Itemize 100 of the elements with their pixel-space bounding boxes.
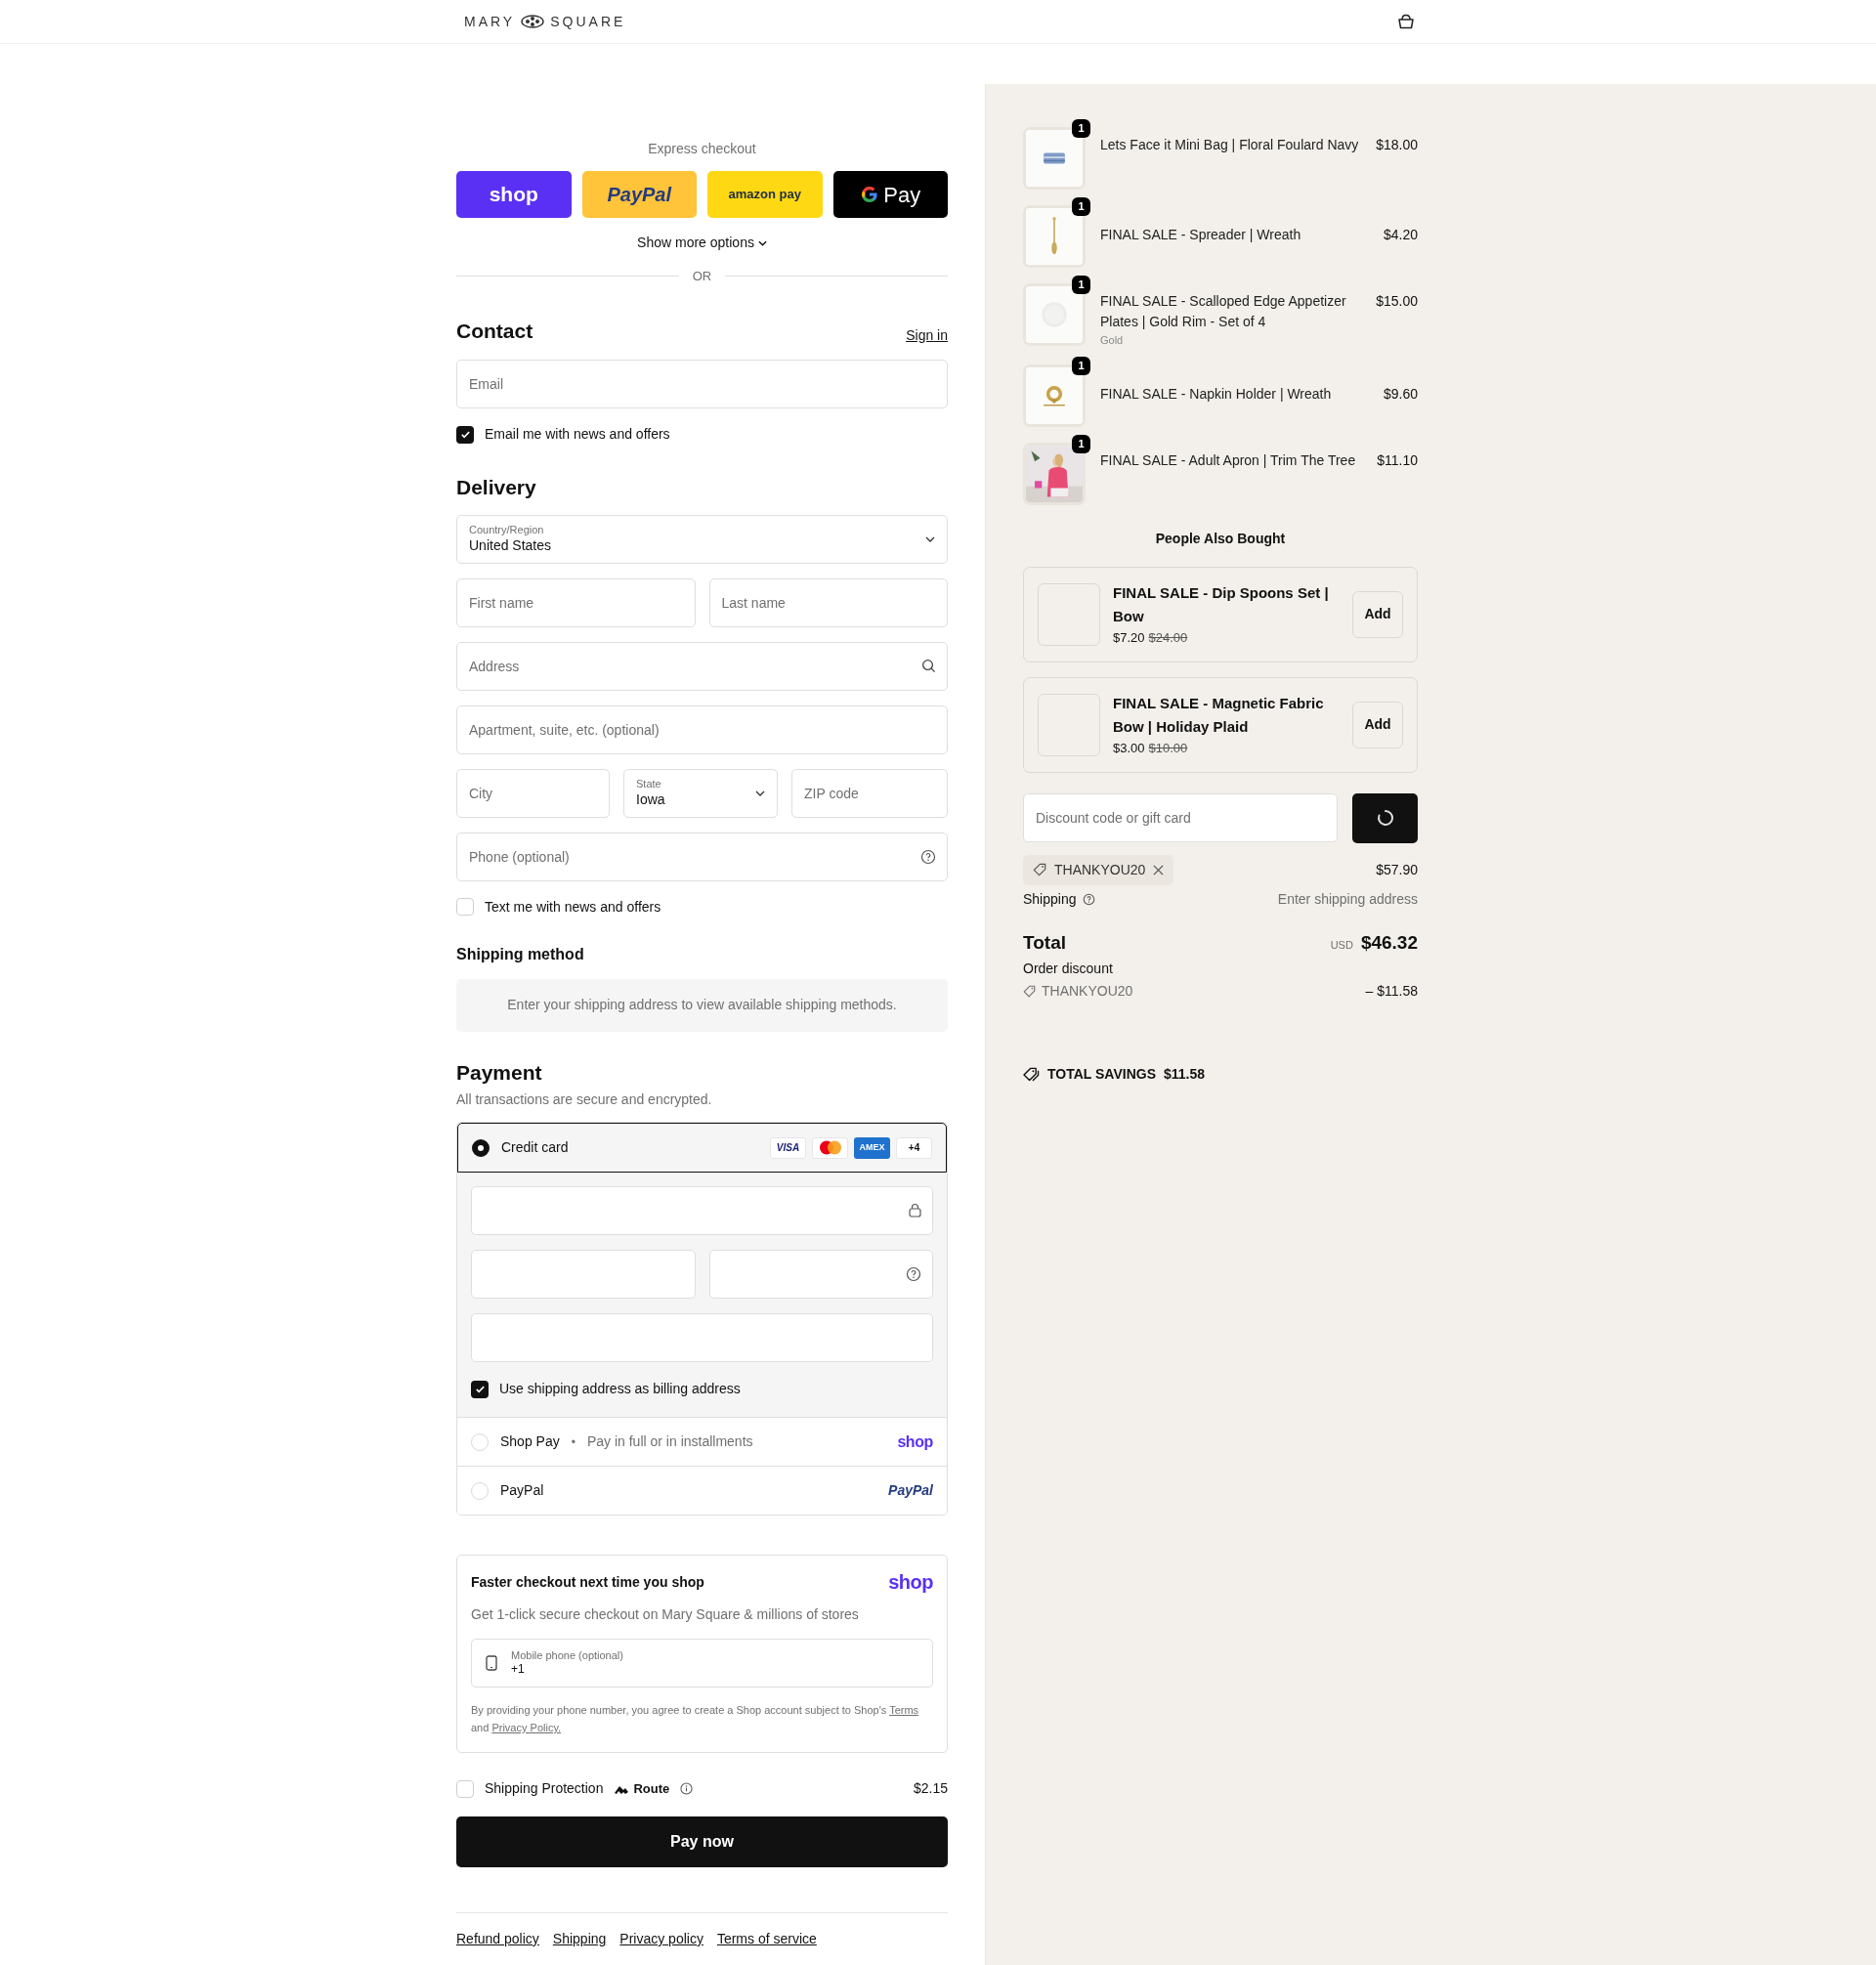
checkbox[interactable] bbox=[456, 1779, 474, 1798]
product-price: $4.20 bbox=[1383, 226, 1418, 244]
checkmark-icon bbox=[459, 429, 471, 440]
total-savings-amount: $11.58 bbox=[1164, 1065, 1206, 1084]
payment-option-note: Pay in full or in installments bbox=[586, 1432, 754, 1451]
email-field[interactable]: Email bbox=[456, 360, 948, 408]
discount-code: THANKYOU20 bbox=[1042, 982, 1133, 1001]
brand-logo-text: SQUARE bbox=[550, 12, 626, 31]
radio-button[interactable] bbox=[472, 1138, 490, 1157]
overlapping-circles-icon bbox=[818, 1140, 842, 1155]
upsell-product-name: FINAL SALE - Dip Spoons Set | Bow bbox=[1113, 582, 1330, 626]
card-number-field[interactable] bbox=[471, 1186, 933, 1235]
zip-code-field[interactable]: ZIP code bbox=[791, 768, 948, 818]
product-name: FINAL SALE - Spreader | Wreath bbox=[1100, 226, 1302, 244]
payment-subtitle: All transactions are secure and encrypted. bbox=[456, 1090, 713, 1109]
paypal-button[interactable]: PayPal bbox=[581, 171, 697, 218]
discount-tag-chip: THANKYOU20 bbox=[1023, 854, 1174, 885]
lock-icon bbox=[909, 1203, 921, 1217]
upsell-heading: People Also Bought bbox=[1155, 529, 1286, 548]
pay-now-button[interactable]: Pay now bbox=[456, 1816, 948, 1867]
visa-badge: VISA bbox=[770, 1136, 806, 1159]
checkmark-icon bbox=[474, 1384, 486, 1394]
help-icon[interactable] bbox=[906, 1266, 921, 1282]
product-price: $18.00 bbox=[1376, 136, 1418, 154]
address-field[interactable]: Address bbox=[456, 641, 948, 691]
route-brand: Route bbox=[633, 1779, 670, 1798]
tags-icon bbox=[1023, 1067, 1040, 1082]
upsell-product-name: FINAL SALE - Magnetic Fabric Bow | Holiday Plaid bbox=[1113, 693, 1325, 737]
thumbnail-placeholder bbox=[1038, 582, 1100, 646]
product-variant: Gold bbox=[1100, 333, 1125, 348]
help-icon[interactable] bbox=[920, 848, 936, 865]
name-on-card-field[interactable] bbox=[471, 1313, 933, 1362]
expiry-field[interactable] bbox=[471, 1250, 696, 1299]
mobile-phone-field[interactable]: Mobile phone (optional) +1 bbox=[471, 1639, 933, 1687]
payment-option[interactable]: Credit card VISA AMEX +4 bbox=[457, 1123, 947, 1173]
payment-option[interactable]: PayPal PayPal bbox=[457, 1466, 947, 1515]
footer-link[interactable]: Privacy policy bbox=[619, 1929, 704, 1949]
footer-link[interactable]: Refund policy bbox=[456, 1929, 539, 1949]
discount-code-field[interactable]: Discount code or gift card bbox=[1023, 792, 1338, 842]
promo-title: Faster checkout next time you shop bbox=[471, 1572, 704, 1592]
original-price: $10.00 bbox=[1148, 739, 1188, 757]
product-price: $9.60 bbox=[1383, 384, 1418, 404]
search-icon bbox=[921, 658, 936, 673]
quantity-badge: 1 bbox=[1072, 119, 1090, 138]
sale-price: $3.00 bbox=[1113, 739, 1145, 757]
close-icon[interactable] bbox=[1153, 864, 1165, 876]
footer-link[interactable]: Shipping bbox=[552, 1929, 607, 1949]
product-name: FINAL SALE - Adult Apron | Trim The Tree bbox=[1100, 450, 1357, 470]
checkbox[interactable] bbox=[456, 898, 474, 916]
state-select[interactable]: State Iowa bbox=[623, 768, 778, 818]
quantity-badge: 1 bbox=[1072, 434, 1090, 453]
express-checkout-label: Express checkout bbox=[647, 140, 757, 158]
chevron-down-icon bbox=[925, 535, 935, 542]
product-name: FINAL SALE - Napkin Holder | Wreath bbox=[1100, 384, 1333, 404]
google-pay-button[interactable]: Pay bbox=[832, 171, 948, 218]
last-name-field[interactable]: Last name bbox=[708, 577, 948, 627]
sign-in-link[interactable]: Sign in bbox=[906, 325, 948, 346]
checkbox-label: Shipping Protection bbox=[485, 1779, 604, 1798]
footer-link[interactable]: Terms of service bbox=[716, 1929, 817, 1949]
phone-field[interactable]: Phone (optional) bbox=[456, 832, 948, 881]
currency-code: USD bbox=[1330, 937, 1353, 953]
tag-icon bbox=[1023, 985, 1036, 998]
brand-logo-text: MARY bbox=[464, 12, 516, 31]
country-select[interactable]: Country/Region United States bbox=[456, 514, 948, 564]
more-cards-badge: +4 bbox=[896, 1136, 932, 1159]
info-icon[interactable] bbox=[680, 1782, 694, 1795]
logo-mark-icon bbox=[521, 15, 545, 28]
apartment-field[interactable]: Apartment, suite, etc. (optional) bbox=[456, 705, 948, 754]
checkbox[interactable] bbox=[456, 425, 474, 444]
checkbox-label: Email me with news and offers bbox=[485, 425, 670, 444]
shopping-bag-icon[interactable] bbox=[1396, 14, 1416, 29]
quantity-badge: 1 bbox=[1072, 276, 1090, 294]
quantity-badge: 1 bbox=[1072, 197, 1090, 216]
first-name-field[interactable]: First name bbox=[456, 577, 696, 627]
shop-logo: shop bbox=[888, 1570, 933, 1595]
paypal-logo: PayPal bbox=[888, 1481, 933, 1500]
shop-logo: shop bbox=[897, 1431, 933, 1452]
quantity-badge: 1 bbox=[1072, 356, 1090, 375]
add-button[interactable]: Add bbox=[1352, 701, 1403, 748]
product-price: $15.00 bbox=[1376, 292, 1418, 311]
help-icon[interactable] bbox=[1082, 892, 1095, 906]
payment-option-label: Credit card bbox=[501, 1138, 570, 1157]
security-code-field[interactable] bbox=[708, 1250, 933, 1299]
add-button[interactable]: Add bbox=[1352, 590, 1403, 638]
amazon-pay-button[interactable]: amazon pay bbox=[707, 171, 823, 218]
checkbox[interactable] bbox=[471, 1380, 489, 1398]
thumbnail-placeholder bbox=[1038, 693, 1100, 756]
tag-icon bbox=[1033, 863, 1046, 876]
separator-dot: • bbox=[571, 1433, 576, 1451]
total-savings-label: TOTAL SAVINGS bbox=[1047, 1065, 1156, 1084]
product-name: FINAL SALE - Scalloped Edge Appetizer Plates | Gold Rim - Set of 4 bbox=[1100, 292, 1347, 331]
city-field[interactable]: City bbox=[456, 768, 610, 818]
shop-pay-button[interactable]: shop bbox=[456, 171, 572, 218]
total-amount: $46.32 bbox=[1360, 930, 1418, 955]
sale-price: $7.20 bbox=[1113, 628, 1145, 647]
terms-link[interactable]: Terms bbox=[889, 1704, 919, 1716]
privacy-policy-link[interactable]: Privacy Policy. bbox=[491, 1722, 562, 1733]
apply-button[interactable] bbox=[1352, 792, 1418, 843]
show-more-options-button[interactable]: Show more options bbox=[637, 233, 767, 253]
product-price: $11.10 bbox=[1377, 450, 1418, 470]
